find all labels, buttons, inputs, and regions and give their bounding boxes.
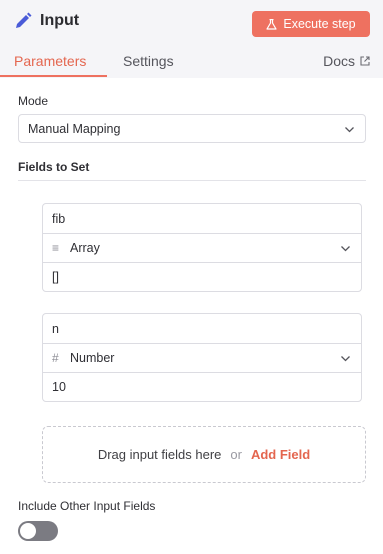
tab-settings[interactable]: Settings xyxy=(123,44,174,78)
tab-bar: Parameters Settings Docs xyxy=(0,44,383,78)
field-value: 10 xyxy=(52,380,66,394)
execute-step-label: Execute step xyxy=(283,17,356,31)
include-other-toggle[interactable] xyxy=(18,521,58,541)
include-other-label: Include Other Input Fields xyxy=(18,499,156,513)
node-title[interactable]: Input xyxy=(40,12,79,30)
field-type-select[interactable]: # Number xyxy=(43,343,361,372)
fields-to-set-label: Fields to Set xyxy=(18,160,90,174)
mode-select[interactable]: Manual Mapping xyxy=(18,114,366,143)
field-type-value: Array xyxy=(70,241,100,255)
field-name-value: n xyxy=(52,321,59,336)
external-link-icon xyxy=(360,56,370,66)
field-value-input[interactable]: [] xyxy=(43,262,361,291)
field-name-input[interactable]: n xyxy=(43,314,361,343)
hash-icon: # xyxy=(52,351,59,365)
node-header: Input Execute step Parameters Settings D… xyxy=(0,0,383,78)
list-icon: ≡ xyxy=(52,241,60,255)
toggle-knob xyxy=(20,523,36,539)
field-assignment-n: n # Number 10 xyxy=(42,313,362,402)
drop-zone-text: Drag input fields here xyxy=(97,447,222,462)
field-type-value: Number xyxy=(70,351,115,365)
field-type-select[interactable]: ≡ Array xyxy=(43,233,361,262)
section-divider xyxy=(18,180,366,181)
field-name-value: fib xyxy=(52,211,66,226)
tab-parameters[interactable]: Parameters xyxy=(14,44,86,78)
chevron-down-icon xyxy=(341,246,350,252)
drop-zone-or: or xyxy=(230,447,242,462)
drop-zone[interactable]: Drag input fields here or Add Field xyxy=(42,426,366,483)
add-field-button[interactable]: Add Field xyxy=(251,447,310,462)
mode-value: Manual Mapping xyxy=(28,121,121,136)
docs-link[interactable]: Docs xyxy=(323,44,370,78)
field-value-input[interactable]: 10 xyxy=(43,372,361,401)
flask-icon xyxy=(266,18,277,30)
pencil-icon xyxy=(16,12,32,28)
field-name-input[interactable]: fib xyxy=(43,204,361,233)
active-tab-indicator xyxy=(0,75,107,77)
node-title-row: Input xyxy=(14,12,79,30)
execute-step-button[interactable]: Execute step xyxy=(252,11,370,37)
field-value: [] xyxy=(52,270,59,284)
chevron-down-icon xyxy=(341,356,350,362)
docs-label: Docs xyxy=(323,53,355,69)
chevron-down-icon xyxy=(345,127,354,133)
mode-label: Mode xyxy=(18,94,49,108)
field-assignment-fib: fib ≡ Array [] xyxy=(42,203,362,292)
